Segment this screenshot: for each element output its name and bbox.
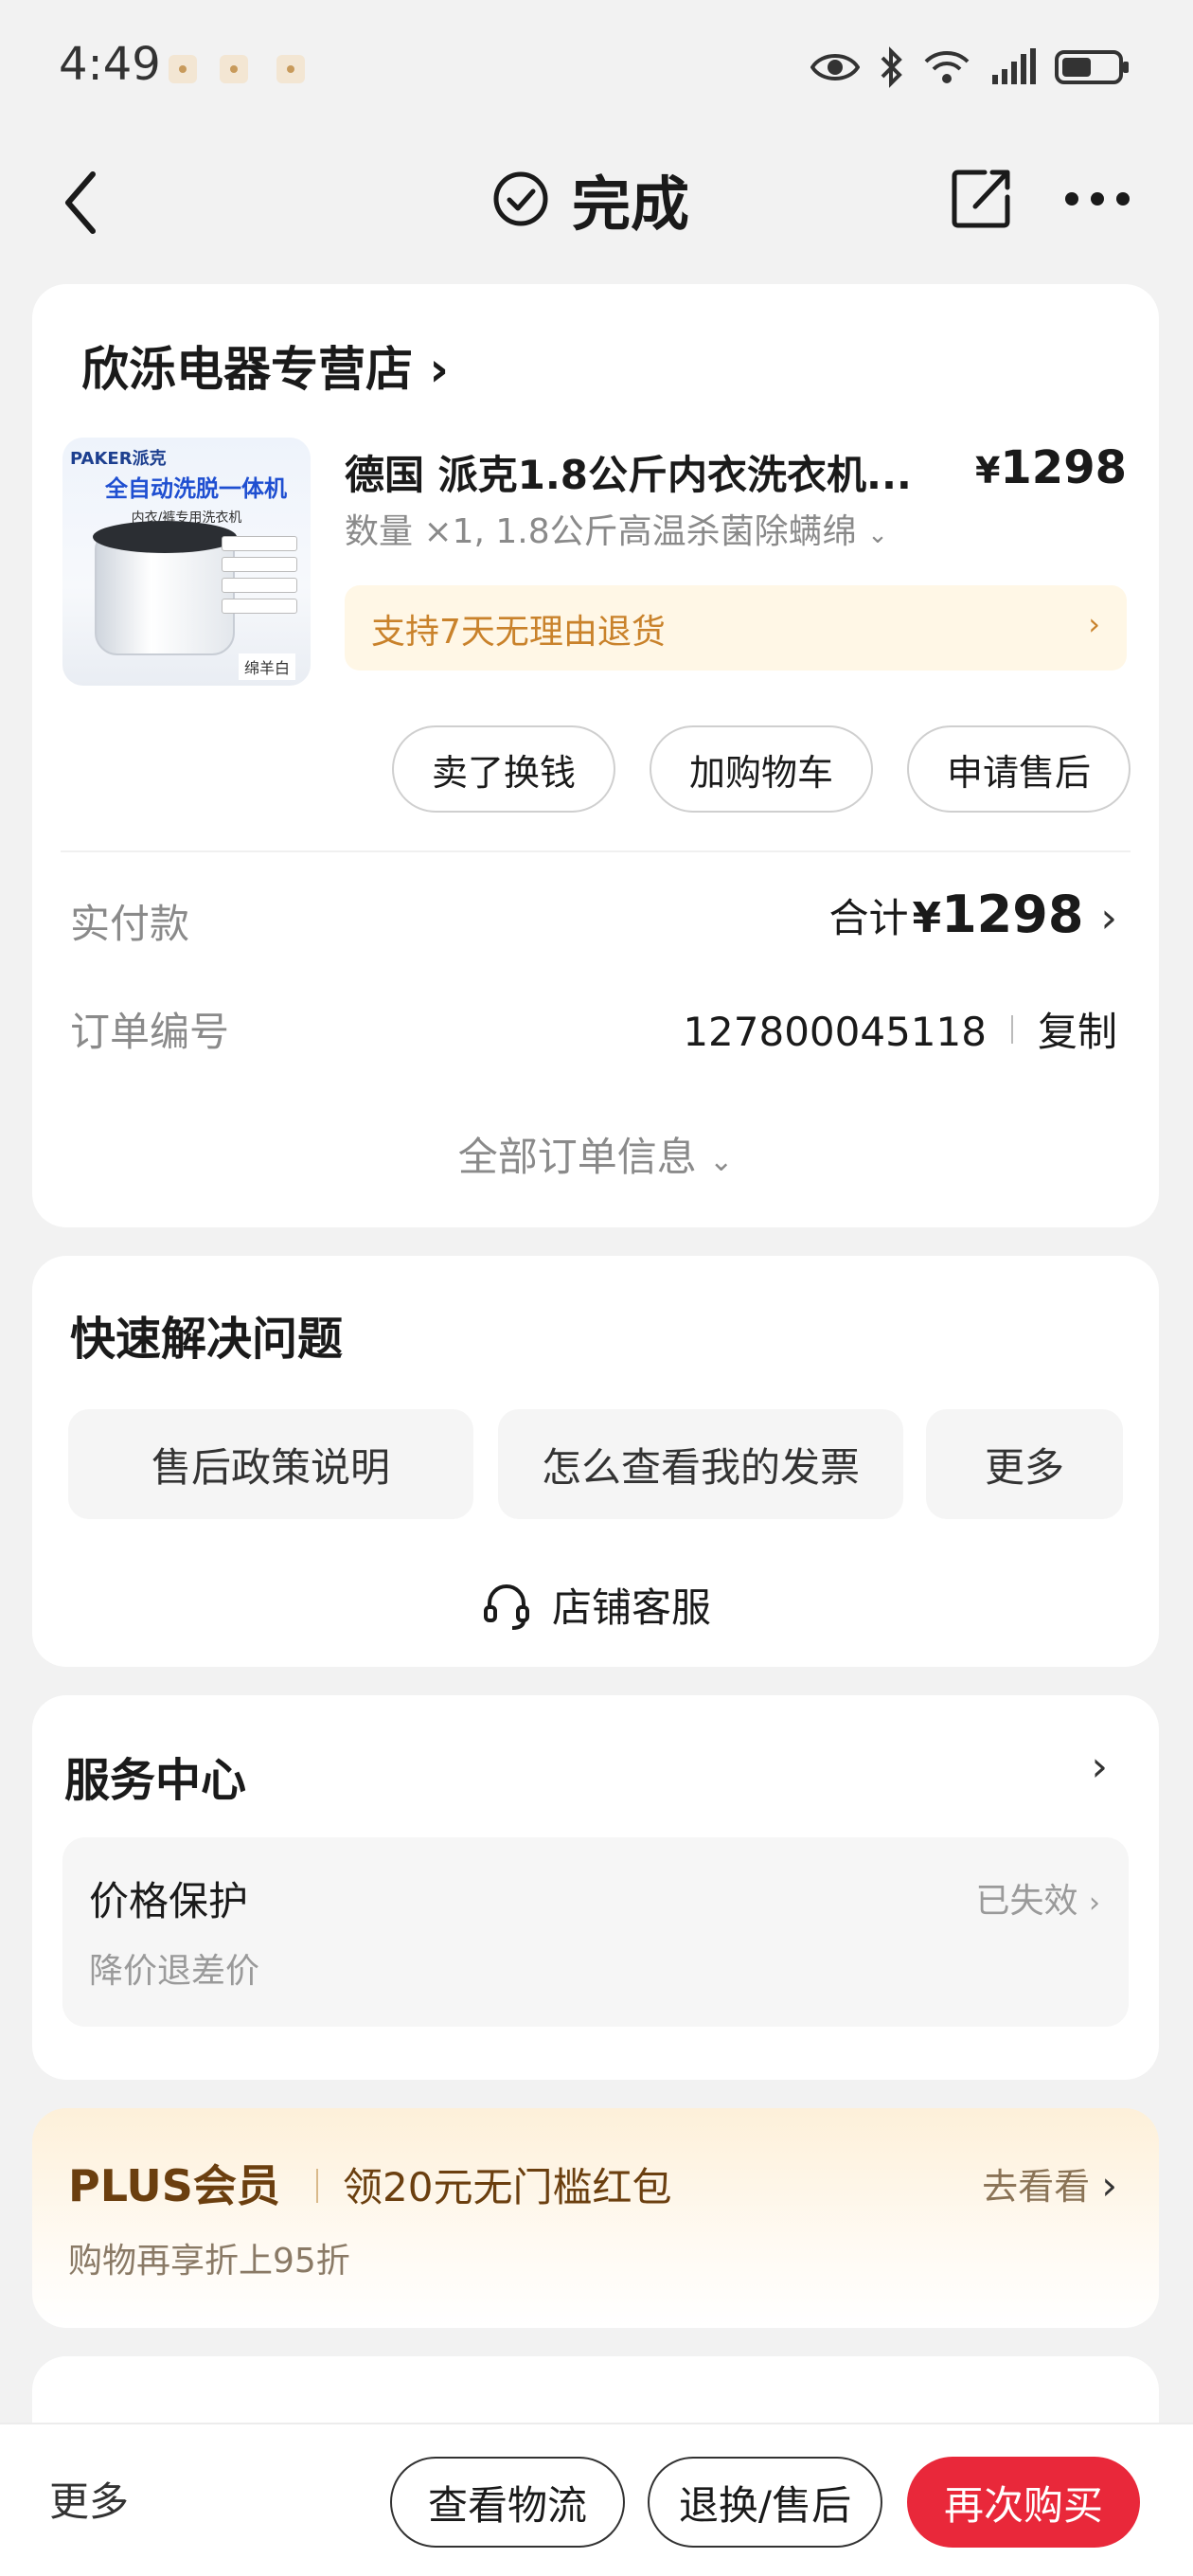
plus-go-link[interactable]: 去看看 ›: [982, 2157, 1117, 2209]
paid-label: 实付款: [70, 901, 190, 947]
product-price: ¥1298: [975, 441, 1127, 494]
order-number: 127800045118: [683, 1009, 987, 1055]
service-center-card: 服务中心 › 价格保护 降价退差价 已失效 ›: [32, 1695, 1159, 2080]
chevron-right-icon[interactable]: ›: [1091, 1743, 1108, 1791]
price-protection-status: 已失效 ›: [976, 1873, 1100, 1923]
notification-icon: [276, 55, 305, 83]
separator: [1010, 1014, 1013, 1044]
more-icon[interactable]: [1064, 188, 1131, 210]
order-no-label: 订单编号: [70, 1009, 230, 1055]
plus-membership-card[interactable]: PLUS会员 领20元无门槛红包 去看看 › 购物再享折上95折: [32, 2108, 1159, 2328]
plus-offer: 领20元无门槛红包: [343, 2164, 672, 2210]
quick-solve-title: 快速解决问题: [70, 1313, 344, 1366]
price-protection-title: 价格保护: [89, 1878, 249, 1924]
order-card: 欣泺电器专营店 › PAKER派克 全自动洗脱一体机 内衣/裤专用洗衣机 绵羊白…: [32, 284, 1159, 1227]
go-label: 去看看: [982, 2166, 1091, 2208]
copy-button[interactable]: 复制: [1038, 1000, 1117, 1058]
plus-title: PLUS会员: [68, 2160, 280, 2211]
chevron-right-icon: ›: [1100, 894, 1117, 942]
apply-after-sale-button[interactable]: 申请售后: [907, 725, 1131, 813]
currency-symbol: ¥: [912, 894, 942, 942]
price-value: 1298: [1000, 441, 1127, 494]
battery-icon: [1055, 50, 1129, 84]
product-image[interactable]: PAKER派克 全自动洗脱一体机 内衣/裤专用洗衣机 绵羊白: [62, 438, 311, 686]
order-no-row: 127800045118 复制: [683, 1000, 1117, 1058]
sell-button[interactable]: 卖了换钱: [392, 725, 615, 813]
status-icons: [810, 44, 1131, 91]
return-policy-bar[interactable]: 支持7天无理由退货 ›: [345, 585, 1127, 671]
service-center-title: 服务中心: [64, 1754, 247, 1807]
total-label: 合计: [828, 895, 909, 941]
chevron-down-icon: ⌄: [709, 1145, 734, 1178]
back-icon[interactable]: [55, 165, 112, 241]
share-icon[interactable]: [951, 167, 1013, 229]
buy-again-button[interactable]: 再次购买: [907, 2457, 1140, 2548]
page-title: 完成: [492, 161, 689, 239]
headset-icon: [483, 1583, 529, 1630]
all-order-info-toggle[interactable]: 全部订单信息 ⌄: [32, 1125, 1159, 1183]
product-banner: 全自动洗脱一体机: [105, 475, 287, 502]
store-service-label: 店铺客服: [551, 1584, 711, 1631]
divider: [61, 850, 1131, 852]
status-text: 已失效: [975, 1882, 1078, 1921]
return-policy-text: 支持7天无理由退货: [371, 613, 666, 652]
more-chip[interactable]: 更多: [926, 1409, 1123, 1519]
signal-icon: [992, 48, 1036, 84]
add-to-cart-button[interactable]: 加购物车: [650, 725, 873, 813]
price-protection-subtitle: 降价退差价: [89, 1952, 260, 1991]
all-info-text: 全部订单信息: [457, 1134, 697, 1180]
product-title[interactable]: 德国 派克1.8公斤内衣洗衣机...: [345, 443, 951, 501]
eye-icon: [810, 54, 860, 80]
price-protection-item[interactable]: 价格保护 降价退差价 已失效 ›: [62, 1837, 1129, 2027]
plus-subtitle: 购物再享折上95折: [68, 2242, 350, 2281]
store-name: 欣泺电器专营店: [81, 342, 413, 397]
chevron-right-icon: ›: [1089, 1887, 1100, 1920]
product-brand: PAKER派克: [70, 449, 167, 469]
product-color: 绵羊白: [239, 653, 296, 680]
currency-symbol: ¥: [974, 450, 1001, 492]
quick-solve-card: 快速解决问题 售后政策说明 怎么查看我的发票 更多 店铺客服: [32, 1256, 1159, 1667]
invoice-help-chip[interactable]: 怎么查看我的发票: [498, 1409, 903, 1519]
status-bar: 4:49: [0, 0, 1193, 133]
spec-text: 数量 ×1, 1.8公斤高温杀菌除螨绵: [345, 512, 857, 551]
total-price-value: 1298: [941, 885, 1084, 944]
wifi-icon: [924, 51, 970, 83]
view-logistics-button[interactable]: 查看物流: [390, 2457, 625, 2548]
notification-icon: [220, 55, 248, 83]
return-after-sale-button[interactable]: 退换/售后: [648, 2457, 882, 2548]
after-sale-policy-chip[interactable]: 售后政策说明: [68, 1409, 473, 1519]
total-price: ¥1298: [912, 885, 1083, 944]
chevron-right-icon: ›: [1088, 606, 1100, 642]
notification-icon: [169, 55, 197, 83]
page-title-text: 完成: [572, 170, 690, 239]
chevron-right-icon: ›: [429, 342, 450, 397]
more-link[interactable]: 更多: [49, 2470, 129, 2528]
store-service-link[interactable]: 店铺客服: [32, 1576, 1159, 1634]
bottom-action-bar: 更多 查看物流 退换/售后 再次购买: [0, 2423, 1193, 2576]
store-link[interactable]: 欣泺电器专营店 ›: [81, 331, 449, 400]
feature-tags: [222, 536, 297, 619]
separator: [316, 2169, 318, 2203]
product-spec[interactable]: 数量 ×1, 1.8公斤高温杀菌除螨绵 ⌄: [345, 504, 888, 553]
washing-machine-illustration: [93, 521, 237, 655]
total-row[interactable]: 合计 ¥1298 ›: [828, 885, 1117, 944]
nav-bar: 完成: [0, 133, 1193, 265]
check-circle-icon: [493, 171, 548, 226]
chevron-down-icon: ⌄: [867, 521, 888, 549]
bluetooth-icon: [881, 46, 902, 88]
chevron-right-icon: ›: [1101, 2162, 1117, 2209]
status-time: 4:49: [59, 38, 161, 91]
